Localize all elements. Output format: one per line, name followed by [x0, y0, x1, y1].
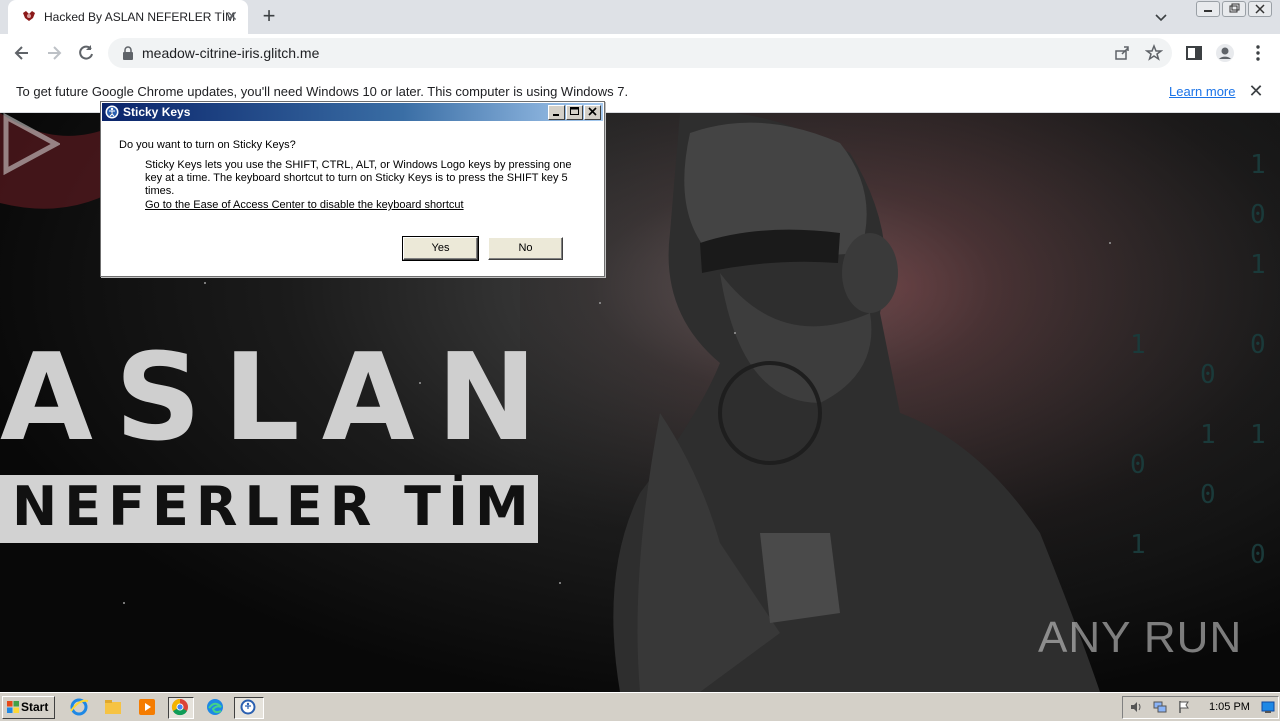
taskbar-sticky-keys-button[interactable]: [234, 697, 264, 719]
dialog-titlebar[interactable]: Sticky Keys: [102, 103, 603, 121]
ease-of-access-link[interactable]: Go to the Ease of Access Center to disab…: [145, 199, 464, 211]
taskbar-chrome-button[interactable]: [168, 697, 194, 719]
volume-icon[interactable]: [1129, 700, 1143, 714]
show-desktop-icon[interactable]: [1261, 700, 1275, 714]
restore-window-icon[interactable]: [1222, 1, 1246, 17]
dialog-maximize-icon[interactable]: [566, 105, 583, 120]
share-icon[interactable]: [1113, 44, 1131, 62]
dialog-minimize-icon[interactable]: [548, 105, 565, 120]
lock-icon[interactable]: [122, 46, 134, 60]
svg-text:0: 0: [1250, 330, 1266, 360]
window-controls: [1196, 1, 1272, 17]
anyrun-play-logo-icon: [3, 113, 60, 175]
svg-text:1: 1: [1200, 420, 1216, 450]
start-button[interactable]: Start: [2, 696, 55, 719]
brand-subtitle-banner: NEFERLER TİM: [0, 475, 538, 543]
new-tab-icon[interactable]: +: [258, 5, 280, 28]
windows-taskbar: Start 1:05 PM: [0, 692, 1280, 721]
no-button[interactable]: No: [488, 237, 563, 260]
dialog-description: Sticky Keys lets you use the SHIFT, CTRL…: [145, 159, 572, 197]
action-center-flag-icon[interactable]: [1177, 700, 1191, 714]
taskbar-clock[interactable]: 1:05 PM: [1209, 701, 1250, 713]
tab-strip: Hacked By ASLAN NEFERLER TİM ✕ +: [0, 0, 1280, 34]
start-label: Start: [21, 700, 49, 714]
wolf-favicon-icon: [23, 11, 35, 21]
network-icon[interactable]: [1153, 700, 1167, 714]
sticky-keys-dialog: Sticky Keys Do you want to turn on Stick…: [100, 101, 605, 277]
system-tray: 1:05 PM: [1122, 696, 1279, 719]
bookmark-star-icon[interactable]: [1145, 44, 1163, 62]
accessibility-taskbar-icon: [240, 699, 256, 715]
infobar-close-icon[interactable]: ✕: [1248, 82, 1264, 100]
reload-icon[interactable]: [76, 43, 96, 63]
file-explorer-icon[interactable]: [102, 697, 124, 717]
internet-explorer-icon[interactable]: [68, 697, 90, 717]
svg-text:1: 1: [1250, 420, 1266, 450]
anyrun-watermark: ANY RUN: [1038, 613, 1243, 662]
svg-text:0: 0: [1250, 540, 1266, 570]
infobar-message: To get future Google Chrome updates, you…: [16, 84, 629, 99]
browser-toolbar: meadow-citrine-iris.glitch.me: [0, 34, 1280, 73]
tab-title: Hacked By ASLAN NEFERLER TİM: [44, 10, 236, 24]
address-bar[interactable]: meadow-citrine-iris.glitch.me: [108, 38, 1172, 68]
profile-avatar-icon[interactable]: [1215, 43, 1235, 63]
dialog-close-icon[interactable]: [584, 105, 601, 120]
forward-arrow-icon[interactable]: [44, 43, 64, 63]
svg-text:1: 1: [1130, 330, 1146, 360]
svg-text:1: 1: [1130, 530, 1146, 560]
brand-title: ASLAN: [0, 329, 560, 468]
side-panel-icon[interactable]: [1184, 43, 1204, 63]
chrome-icon: [171, 698, 188, 716]
yes-button[interactable]: Yes: [402, 236, 479, 261]
learn-more-link[interactable]: Learn more: [1169, 84, 1235, 99]
close-window-icon[interactable]: [1248, 1, 1272, 17]
browser-tab[interactable]: Hacked By ASLAN NEFERLER TİM ✕: [8, 0, 248, 34]
back-arrow-icon[interactable]: [12, 43, 32, 63]
svg-text:1: 1: [1250, 150, 1266, 180]
svg-text:0: 0: [1200, 360, 1216, 390]
svg-text:0: 0: [1130, 450, 1146, 480]
svg-text:0: 0: [1250, 200, 1266, 230]
brand-subtitle: NEFERLER TİM: [12, 475, 536, 538]
tab-search-chevron-icon[interactable]: [1152, 8, 1170, 26]
dialog-question: Do you want to turn on Sticky Keys?: [119, 139, 296, 151]
svg-text:0: 0: [1200, 480, 1216, 510]
url-text: meadow-citrine-iris.glitch.me: [142, 45, 320, 61]
dialog-title: Sticky Keys: [123, 105, 191, 119]
svg-text:1: 1: [1250, 250, 1266, 280]
media-player-icon[interactable]: [136, 697, 158, 717]
chrome-menu-icon[interactable]: [1248, 43, 1268, 63]
tab-close-icon[interactable]: ✕: [224, 8, 240, 24]
windows-flag-icon: [7, 701, 19, 713]
dialog-window-controls: [548, 105, 601, 120]
edge-icon[interactable]: [204, 697, 226, 717]
minimize-window-icon[interactable]: [1196, 1, 1220, 17]
accessibility-icon: [105, 105, 119, 119]
